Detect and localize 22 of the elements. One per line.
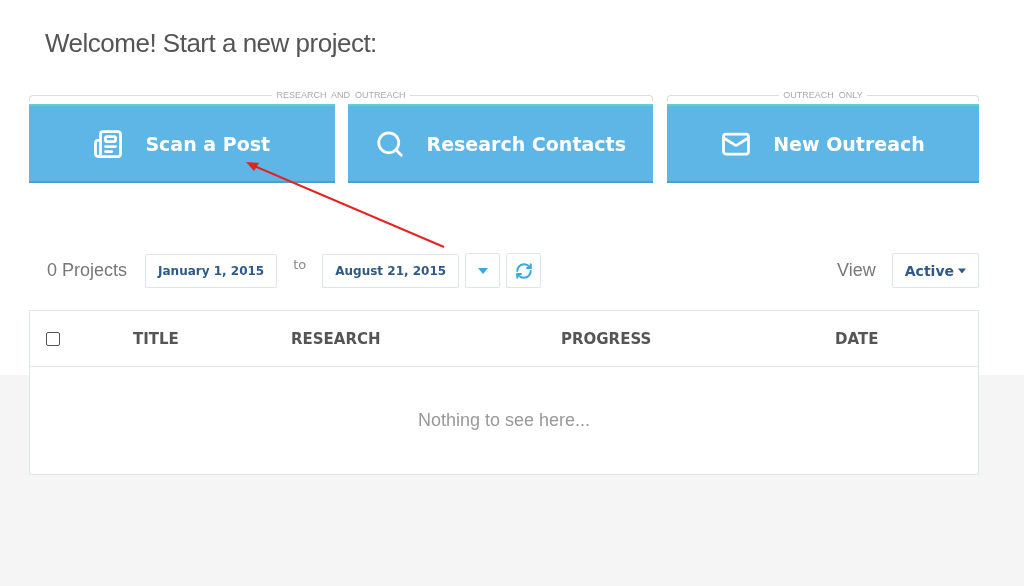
view-dropdown[interactable]: Active	[891, 253, 979, 288]
start-date-button[interactable]: January 1, 2015	[145, 253, 278, 288]
column-header: RESEARCH	[291, 329, 382, 348]
welcome-heading: Welcome! Start a new project:	[45, 28, 378, 59]
column-header: DATE	[835, 329, 880, 348]
end-date-button[interactable]: August 21, 2015	[322, 253, 460, 288]
project-count: 0 Projects	[47, 260, 128, 281]
select-all-checkbox[interactable]	[46, 331, 60, 346]
group-label: RESEARCH AND OUTREACH	[276, 90, 406, 100]
newspaper-icon	[93, 128, 124, 159]
view-label: View	[837, 260, 876, 281]
dropdown-button[interactable]	[465, 253, 501, 288]
caret-icon	[958, 268, 966, 273]
refresh-icon	[514, 261, 533, 280]
group-label: OUTREACH ONLY	[783, 90, 863, 100]
to-label: to	[293, 257, 307, 272]
empty-message: Nothing to see here...	[417, 410, 591, 431]
search-icon	[374, 128, 405, 159]
refresh-button[interactable]	[506, 253, 542, 288]
column-header: TITLE	[133, 329, 180, 348]
caret-icon	[477, 267, 488, 274]
column-header: PROGRESS	[561, 329, 653, 348]
